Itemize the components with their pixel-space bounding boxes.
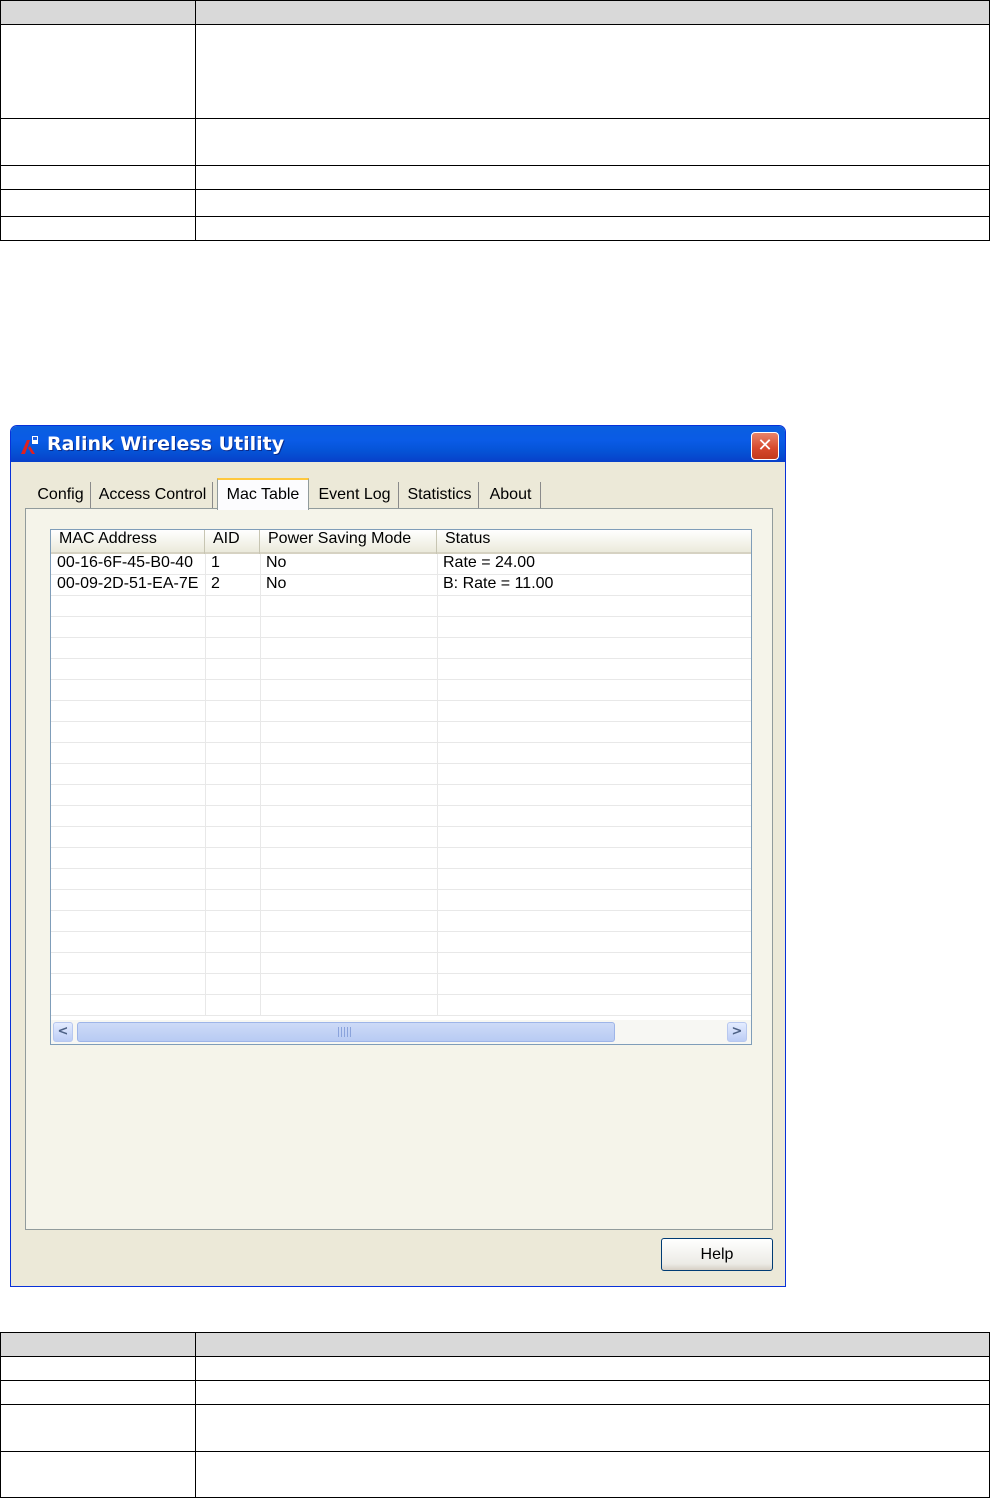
table-row[interactable]: 00-16-6F-45-B0-40 1 No Rate = 24.00 [51,554,751,575]
scroll-right-button[interactable]: > [727,1022,747,1042]
empty-table-row [51,827,751,848]
close-icon: ✕ [757,435,773,456]
bottom-document-table [0,1332,990,1498]
empty-table-row [51,806,751,827]
empty-table-row [51,848,751,869]
cell-power-saving-mode: No [266,554,287,571]
ralink-logo-icon [21,436,38,454]
close-button[interactable]: ✕ [751,432,779,460]
cell-mac-address: 00-16-6F-45-B0-40 [57,554,194,571]
empty-table-row [51,785,751,806]
tab-mac-table[interactable]: Mac Table [217,478,309,510]
horizontal-scrollbar[interactable]: < > [51,1020,751,1044]
empty-table-row [51,974,751,995]
cell-mac-address: 00-09-2D-51-EA-7E [57,575,199,592]
empty-table-row [51,617,751,638]
empty-table-row [51,911,751,932]
empty-table-row [51,743,751,764]
ralink-utility-window: Ralink Wireless Utility ✕ Config Access … [10,425,786,1287]
empty-table-row [51,659,751,680]
top-document-table [0,0,990,241]
tab-statistics[interactable]: Statistics [401,482,479,508]
tab-event-log[interactable]: Event Log [311,482,399,508]
tab-config[interactable]: Config [31,482,91,508]
empty-table-row [51,722,751,743]
cell-aid: 2 [211,575,220,592]
list-header: MAC Address AID Power Saving Mode Status [51,530,751,554]
empty-table-row [51,638,751,659]
empty-table-row [51,680,751,701]
empty-table-row [51,764,751,785]
tab-access-control[interactable]: Access Control [93,482,213,508]
empty-table-row [51,890,751,911]
cell-power-saving-mode: No [266,575,287,592]
empty-table-row [51,953,751,974]
empty-table-row [51,596,751,617]
empty-table-row [51,869,751,890]
empty-table-row [51,701,751,722]
mac-table-panel: MAC Address AID Power Saving Mode Status… [25,508,773,1230]
cell-status: Rate = 24.00 [443,554,536,571]
window-title: Ralink Wireless Utility [47,433,285,455]
cell-status: B: Rate = 11.00 [443,575,554,592]
chevron-left-icon: < [57,1024,69,1039]
list-body: 00-16-6F-45-B0-40 1 No Rate = 24.00 00-0… [51,554,751,1016]
mac-table-list[interactable]: MAC Address AID Power Saving Mode Status… [50,529,752,1045]
help-button[interactable]: Help [661,1238,773,1271]
empty-table-row [51,932,751,953]
empty-table-row [51,995,751,1016]
tab-about[interactable]: About [481,482,541,508]
cell-aid: 1 [211,554,220,571]
title-bar[interactable]: Ralink Wireless Utility ✕ [11,426,785,462]
column-header-power-saving-mode[interactable]: Power Saving Mode [260,530,437,554]
table-row[interactable]: 00-09-2D-51-EA-7E 2 No B: Rate = 11.00 [51,575,751,596]
column-header-mac-address[interactable]: MAC Address [51,530,205,554]
chevron-right-icon: > [731,1024,743,1039]
scrollbar-thumb[interactable] [77,1022,615,1042]
column-header-aid[interactable]: AID [205,530,260,554]
column-header-status[interactable]: Status [437,530,751,554]
scroll-left-button[interactable]: < [53,1022,73,1042]
grip-icon [338,1027,352,1037]
